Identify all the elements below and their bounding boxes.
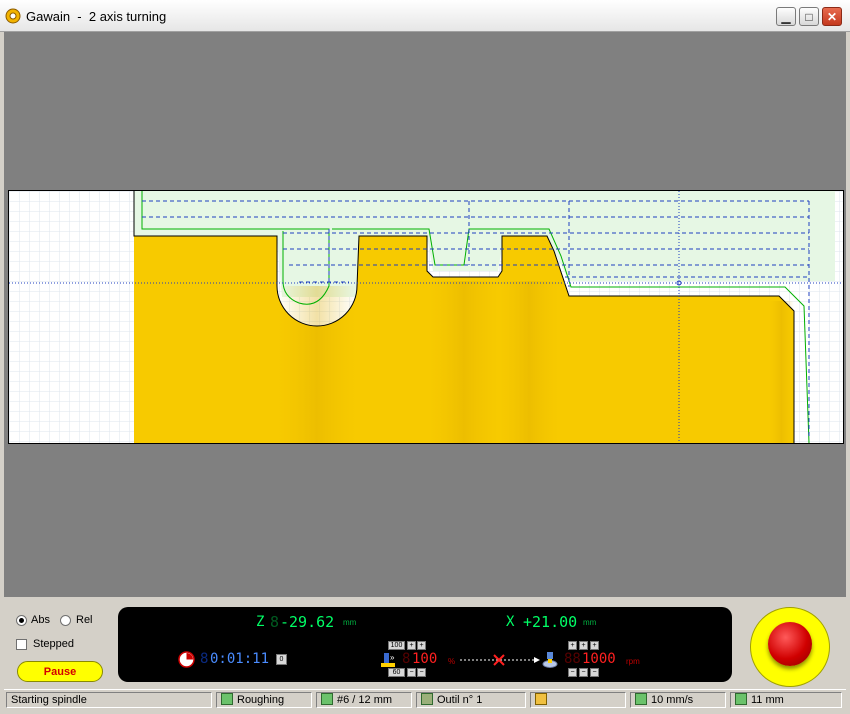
- status-mode: Roughing: [216, 692, 312, 708]
- feed-plus-button[interactable]: +: [407, 641, 416, 650]
- feed-preset-bottom[interactable]: 60: [388, 668, 405, 677]
- maximize-icon: □: [805, 9, 813, 24]
- coolant-icon: [535, 693, 547, 705]
- status-tool-text: Outil n° 1: [437, 694, 483, 706]
- stopwatch-icon: [178, 651, 195, 668]
- pause-button[interactable]: Pause: [17, 661, 103, 682]
- feed-minus-button[interactable]: −: [407, 668, 416, 677]
- speed-value: 1000: [582, 651, 616, 667]
- feed-plus-button[interactable]: +: [417, 641, 426, 650]
- emergency-stop-button[interactable]: [750, 607, 830, 687]
- x-value: +21.00: [523, 613, 578, 631]
- svg-text:»: »: [390, 653, 395, 662]
- z-axis-label: Z: [256, 614, 265, 630]
- timer-reset-button[interactable]: 0: [276, 654, 287, 665]
- feed-unit: %: [448, 657, 456, 666]
- workspace: [4, 32, 846, 597]
- status-message-text: Starting spindle: [11, 694, 87, 706]
- control-panel: Abs Rel Stepped Pause Z 8 -29.62 mm X +2…: [4, 597, 846, 689]
- digital-readout: Z 8 -29.62 mm X +21.00 mm 8 0:01:11 0 10…: [118, 607, 732, 682]
- spindle-icon: [542, 652, 558, 668]
- workpiece-shading: [429, 281, 499, 443]
- z-unit: mm: [343, 618, 357, 627]
- minimize-icon: ▁: [781, 9, 791, 24]
- title-bar: Gawain - 2 axis turning ▁ □ ✕: [0, 0, 850, 32]
- feed-icon: »: [381, 653, 395, 667]
- status-bar: Starting spindle Roughing #6 / 12 mm Out…: [4, 689, 846, 711]
- z-ghost-digit: 8: [270, 613, 280, 631]
- feed-minus-button[interactable]: −: [417, 668, 426, 677]
- close-button[interactable]: ✕: [822, 7, 842, 26]
- status-depth: 11 mm: [730, 692, 842, 708]
- timer-value: 0:01:11: [210, 651, 270, 667]
- rel-label: Rel: [76, 614, 93, 626]
- speed-unit: rpm: [626, 657, 640, 666]
- roughing-icon: [221, 693, 233, 705]
- status-tool: Outil n° 1: [416, 692, 526, 708]
- feed-value: 100: [412, 651, 438, 667]
- feed-preset-top[interactable]: 100: [388, 641, 405, 650]
- x-axis-label: X: [506, 614, 515, 630]
- tool-icon: [421, 693, 433, 705]
- abs-label: Abs: [31, 614, 50, 626]
- status-mode-text: Roughing: [237, 694, 285, 706]
- emergency-stop-knob: [768, 622, 812, 666]
- minimize-button[interactable]: ▁: [776, 7, 796, 26]
- x-unit: mm: [583, 618, 597, 627]
- depth-icon: [735, 693, 747, 705]
- stepped-checkbox[interactable]: [16, 639, 27, 650]
- speed-minus-button[interactable]: −: [590, 668, 599, 677]
- speed-minus-button[interactable]: −: [568, 668, 577, 677]
- turning-simulation-view[interactable]: [8, 190, 844, 444]
- speed-ghost: 88: [564, 651, 581, 667]
- status-message: Starting spindle: [6, 692, 212, 708]
- workpiece-shading: [499, 281, 559, 443]
- status-pass-text: #6 / 12 mm: [337, 694, 393, 706]
- speed-plus-button[interactable]: +: [579, 641, 588, 650]
- speed-plus-button[interactable]: +: [568, 641, 577, 650]
- z-value: -29.62: [280, 613, 335, 631]
- pass-icon: [321, 693, 333, 705]
- status-depth-text: 11 mm: [751, 694, 784, 706]
- close-icon: ✕: [826, 9, 838, 24]
- workpiece-shading: [769, 301, 794, 443]
- rel-radio[interactable]: [60, 615, 71, 626]
- maximize-button[interactable]: □: [799, 7, 819, 26]
- timer-ghost: 8: [200, 651, 209, 667]
- speed-plus-button[interactable]: +: [590, 641, 599, 650]
- feed-rate-icon: [635, 693, 647, 705]
- workpiece-shading: [277, 286, 357, 443]
- feed-spindle-link: [460, 654, 540, 666]
- feed-ghost: 8: [402, 651, 411, 667]
- speed-minus-button[interactable]: −: [579, 668, 588, 677]
- status-feed: 10 mm/s: [630, 692, 726, 708]
- status-coolant: [530, 692, 626, 708]
- abs-radio[interactable]: [16, 615, 27, 626]
- window-title: Gawain - 2 axis turning: [26, 9, 167, 24]
- status-pass: #6 / 12 mm: [316, 692, 412, 708]
- status-feed-text: 10 mm/s: [651, 694, 694, 706]
- stepped-label: Stepped: [33, 638, 74, 650]
- app-icon: [5, 8, 21, 24]
